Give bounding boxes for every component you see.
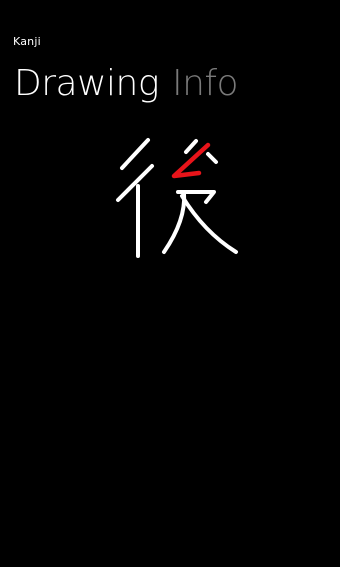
kanji-stroke-6 <box>206 152 218 164</box>
kanji-stroke-9 <box>180 194 238 254</box>
kanji-stroke-1 <box>120 138 150 170</box>
kanji-highlight-stroke <box>171 142 211 179</box>
kanji-drawing-canvas <box>116 138 238 258</box>
pivot-tab-info[interactable]: Info <box>172 62 239 106</box>
pivot-header-bar: Drawing Info <box>14 62 239 106</box>
kanji-stroke-8 <box>162 191 187 254</box>
kanji-stroke-2 <box>116 164 154 202</box>
app-title: Kanji <box>13 35 41 48</box>
kanji-strokes <box>116 138 238 258</box>
pivot-tab-drawing[interactable]: Drawing <box>14 62 159 106</box>
kanji-stroke-4 <box>184 139 198 154</box>
